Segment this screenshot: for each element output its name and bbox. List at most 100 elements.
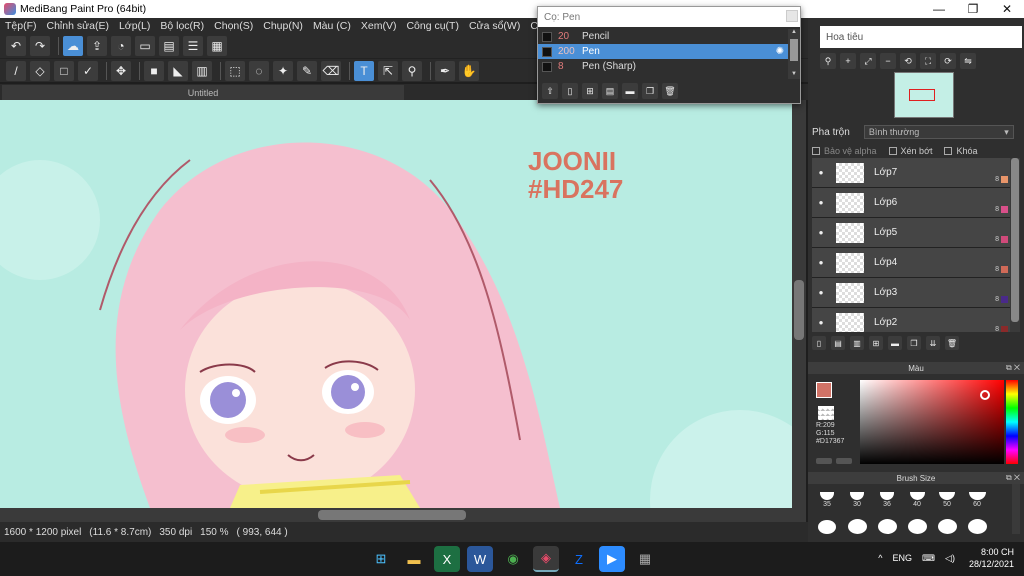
visibility-icon[interactable]: ● — [816, 288, 826, 297]
gear-icon[interactable]: ✺ — [776, 46, 784, 57]
brush-list-item[interactable]: 20 Pencil — [538, 29, 788, 44]
visibility-icon[interactable]: ● — [816, 318, 826, 327]
blend-mode-select[interactable]: Bình thường ▾ — [863, 125, 1014, 139]
scroll-up-icon[interactable]: ▲ — [788, 29, 800, 37]
folder-icon[interactable]: ▬ — [622, 83, 638, 99]
brush-properties-icon[interactable]: ▤ — [602, 83, 618, 99]
brush-size-cell[interactable] — [902, 508, 932, 534]
lock-checkbox[interactable]: Khóa — [944, 146, 978, 156]
menu-filter[interactable]: Bộ lọc(R) — [155, 20, 209, 32]
word-icon[interactable]: W — [467, 546, 493, 572]
navigator-preview[interactable] — [894, 72, 954, 118]
menu-color[interactable]: Màu (C) — [308, 20, 356, 32]
layer-row[interactable]: ● Lớp7 8 — [812, 158, 1010, 188]
viewport-indicator[interactable] — [909, 89, 935, 101]
brush-size-cell[interactable] — [812, 508, 842, 534]
checkbox-box[interactable] — [888, 147, 897, 155]
scroll-thumb[interactable] — [318, 510, 466, 520]
language-indicator[interactable]: ENG — [893, 553, 913, 563]
brush-size-cell[interactable]: 40 — [902, 482, 932, 508]
color-mode-button[interactable] — [816, 458, 832, 464]
zoom-icon[interactable]: ⚲ — [820, 53, 836, 69]
calculator-icon[interactable]: ▦ — [632, 546, 658, 572]
brush-icon[interactable]: / — [6, 60, 26, 81]
new-8bit-layer-icon[interactable]: ▥ — [850, 336, 864, 350]
select-pen-icon[interactable]: ✎ — [297, 60, 317, 81]
clipping-checkbox[interactable]: Xén bớt — [888, 146, 932, 156]
menu-edit[interactable]: Chỉnh sửa(E) — [42, 20, 114, 32]
close-button[interactable]: ✕ — [990, 0, 1024, 18]
duplicate-layer-icon[interactable]: ❐ — [907, 336, 921, 350]
new-layer-icon[interactable]: ▯ — [812, 336, 826, 350]
dropper-icon[interactable]: ⚲ — [402, 60, 422, 81]
scroll-thumb[interactable] — [1011, 158, 1019, 322]
maximize-button[interactable]: ❐ — [956, 0, 990, 18]
chrome-icon[interactable]: ◉ — [500, 546, 526, 572]
color-mode-button[interactable] — [836, 458, 852, 464]
flip-icon[interactable]: ⇋ — [960, 53, 976, 69]
layer-row[interactable]: ● Lớp4 8 — [812, 248, 1010, 278]
zalo-icon[interactable]: Z — [566, 546, 592, 572]
brush-size-cell[interactable]: 60 — [962, 482, 992, 508]
scroll-thumb[interactable] — [794, 280, 804, 340]
add-brush-menu-icon[interactable]: ⊞ — [582, 83, 598, 99]
brush-size-cell[interactable] — [842, 508, 872, 534]
operation-icon[interactable]: ⇱ — [378, 60, 398, 81]
menu-tools[interactable]: Công cụ(T) — [401, 20, 464, 32]
add-layer-menu-icon[interactable]: ⊞ — [869, 336, 883, 350]
checkbox-box[interactable] — [944, 147, 953, 155]
list-icon[interactable]: ☰ — [183, 36, 203, 56]
panel-controls-icon[interactable]: ⧉ ✕ — [1006, 363, 1020, 373]
canvas-vertical-scrollbar[interactable] — [792, 100, 806, 508]
zoom-in-icon[interactable]: + — [840, 53, 856, 69]
file-explorer-icon[interactable]: ▬ — [401, 546, 427, 572]
layer-row[interactable]: ● Lớp2 8 — [812, 308, 1010, 332]
lasso-icon[interactable]: ◌ — [249, 60, 269, 81]
delete-brush-icon[interactable]: 🗑 — [662, 83, 678, 99]
rotate-right-icon[interactable]: ⟳ — [940, 53, 956, 69]
windows-start-icon[interactable]: ⊞ — [368, 546, 394, 572]
layer-row[interactable]: ● Lớp5 8 — [812, 218, 1010, 248]
chevron-up-icon[interactable]: ^ — [878, 553, 882, 563]
minimize-button[interactable]: — — [922, 0, 956, 18]
menu-window[interactable]: Cửa sổ(W) — [464, 20, 525, 32]
move-icon[interactable]: ✥ — [111, 60, 131, 81]
text-icon[interactable]: T — [354, 60, 374, 81]
saturation-value-picker[interactable] — [860, 380, 1004, 464]
fit-icon[interactable]: ⤢ — [860, 53, 876, 69]
brush-size-cell[interactable]: 35 — [812, 482, 842, 508]
pen-icon[interactable]: ✒ — [435, 60, 455, 81]
visibility-icon[interactable]: ● — [816, 228, 826, 237]
foreground-color-swatch[interactable] — [816, 382, 832, 398]
scroll-down-icon[interactable]: ▼ — [788, 71, 800, 79]
layer-row[interactable]: ● Lớp6 8 — [812, 188, 1010, 218]
visibility-icon[interactable]: ● — [816, 258, 826, 267]
rotate-left-icon[interactable]: ⟲ — [900, 53, 916, 69]
brush-size-cell[interactable]: 50 — [932, 482, 962, 508]
grid-icon[interactable]: ▦ — [207, 36, 227, 56]
network-icon[interactable]: ⌨ — [922, 553, 935, 564]
eraser-icon[interactable]: ◇ — [30, 60, 50, 81]
brush-size-cell[interactable]: 30 — [842, 482, 872, 508]
menu-file[interactable]: Tệp(F) — [0, 20, 42, 32]
brush-list-scrollbar[interactable]: ▲ ▼ — [788, 29, 800, 79]
layer-row[interactable]: ● Lớp3 8 — [812, 278, 1010, 308]
scroll-thumb[interactable] — [790, 39, 798, 61]
color-picker-cursor[interactable] — [980, 390, 990, 400]
share-icon[interactable]: ⇪ — [87, 36, 107, 56]
excel-icon[interactable]: X — [434, 546, 460, 572]
menu-layer[interactable]: Lớp(L) — [114, 20, 155, 32]
new-halftone-layer-icon[interactable]: ▤ — [831, 336, 845, 350]
brush-list-item[interactable]: 8 Pen (Sharp) — [538, 59, 788, 74]
cloud-icon[interactable]: ☁ — [63, 36, 83, 56]
medibang-icon[interactable]: ◈ — [533, 546, 559, 572]
canvas-horizontal-scrollbar[interactable] — [0, 508, 806, 522]
select-icon[interactable]: ⬚ — [225, 60, 245, 81]
zoom-app-icon[interactable]: ▶ — [599, 546, 625, 572]
bucket-icon[interactable]: ◣ — [168, 60, 188, 81]
brush-list-item[interactable]: 200 Pen ✺ — [538, 44, 788, 59]
select-eraser-icon[interactable]: ⌫ — [321, 60, 341, 81]
close-icon[interactable] — [786, 10, 798, 22]
comment-icon[interactable]: ◔ — [111, 36, 131, 56]
duplicate-brush-icon[interactable]: ❐ — [642, 83, 658, 99]
